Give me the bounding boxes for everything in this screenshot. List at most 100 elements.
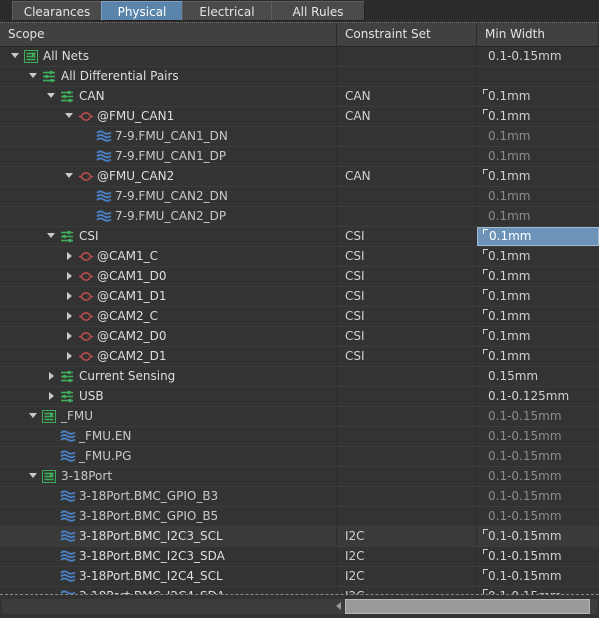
- table-row[interactable]: 7-9.FMU_CAN1_DP 0.1mm: [0, 147, 599, 167]
- min-width-cell[interactable]: 0.1-0.15mm: [477, 467, 599, 486]
- table-row[interactable]: 7-9.FMU_CAN2_DN 0.1mm: [0, 187, 599, 207]
- scope-cell[interactable]: All Differential Pairs: [0, 67, 337, 86]
- min-width-cell[interactable]: 0.1mm: [477, 127, 599, 146]
- min-width-cell[interactable]: 0.1-0.15mm: [477, 407, 599, 426]
- chevron-right-icon[interactable]: [46, 367, 57, 386]
- min-width-cell[interactable]: 0.1-0.15mm: [477, 527, 599, 546]
- table-row[interactable]: All Nets 0.1-0.15mm: [0, 47, 599, 67]
- table-row[interactable]: @CAM2_D0 CSI 0.1mm: [0, 327, 599, 347]
- scope-cell[interactable]: Current Sensing: [0, 367, 337, 386]
- constraint-set-cell[interactable]: [337, 487, 477, 506]
- scope-cell[interactable]: CAN: [0, 87, 337, 106]
- min-width-cell[interactable]: 0.1mm: [477, 347, 599, 366]
- scrollbar-thumb[interactable]: [345, 599, 590, 614]
- scope-cell[interactable]: @CAM2_C: [0, 307, 337, 326]
- scope-cell[interactable]: @CAM2_D0: [0, 327, 337, 346]
- chevron-right-icon[interactable]: [64, 307, 75, 326]
- table-row[interactable]: 7-9.FMU_CAN1_DN 0.1mm: [0, 127, 599, 147]
- constraint-set-cell[interactable]: [337, 387, 477, 406]
- constraint-set-cell[interactable]: [337, 67, 477, 86]
- min-width-cell[interactable]: 0.1mm: [477, 267, 599, 286]
- constraint-set-cell[interactable]: CAN: [337, 87, 477, 106]
- scope-cell[interactable]: CSI: [0, 227, 337, 246]
- min-width-cell[interactable]: 0.1-0.15mm: [477, 507, 599, 526]
- constraint-set-cell[interactable]: CSI: [337, 267, 477, 286]
- table-row[interactable]: 3-18Port.BMC_GPIO_B5 0.1-0.15mm: [0, 507, 599, 527]
- table-row[interactable]: @CAM1_C CSI 0.1mm: [0, 247, 599, 267]
- chevron-down-icon[interactable]: [28, 67, 39, 86]
- min-width-cell[interactable]: 0.1mm: [477, 207, 599, 226]
- table-row[interactable]: @CAM2_D1 CSI 0.1mm: [0, 347, 599, 367]
- scope-cell[interactable]: 7-9.FMU_CAN2_DP: [0, 207, 337, 226]
- constraint-set-cell[interactable]: [337, 127, 477, 146]
- table-row[interactable]: @FMU_CAN2 CAN 0.1mm: [0, 167, 599, 187]
- column-header-scope[interactable]: Scope: [0, 23, 337, 46]
- scope-cell[interactable]: 7-9.FMU_CAN1_DN: [0, 127, 337, 146]
- table-row[interactable]: 3-18Port.BMC_I2C3_SCL I2C 0.1-0.15mm: [0, 527, 599, 547]
- constraint-set-cell[interactable]: [337, 47, 477, 66]
- tab-physical[interactable]: Physical: [101, 1, 183, 21]
- table-row[interactable]: _FMU 0.1-0.15mm: [0, 407, 599, 427]
- chevron-right-icon[interactable]: [46, 387, 57, 406]
- table-row[interactable]: @CAM2_C CSI 0.1mm: [0, 307, 599, 327]
- table-row[interactable]: Current Sensing 0.15mm: [0, 367, 599, 387]
- scope-cell[interactable]: _FMU: [0, 407, 337, 426]
- table-row[interactable]: USB 0.1-0.125mm: [0, 387, 599, 407]
- min-width-cell[interactable]: 0.1mm: [477, 287, 599, 306]
- chevron-right-icon[interactable]: [64, 247, 75, 266]
- scroll-left-arrow-icon[interactable]: [336, 602, 341, 610]
- table-row[interactable]: CSI CSI 0.1mm: [0, 227, 599, 247]
- min-width-cell[interactable]: 0.1mm: [477, 227, 599, 246]
- chevron-down-icon[interactable]: [28, 407, 39, 426]
- chevron-down-icon[interactable]: [46, 87, 57, 106]
- constraint-set-cell[interactable]: [337, 187, 477, 206]
- scope-cell[interactable]: All Nets: [0, 47, 337, 66]
- column-header-min-width[interactable]: Min Width: [477, 23, 599, 46]
- table-row[interactable]: _FMU.PG 0.1-0.15mm: [0, 447, 599, 467]
- scope-cell[interactable]: @CAM2_D1: [0, 347, 337, 366]
- min-width-cell[interactable]: 0.1mm: [477, 187, 599, 206]
- tab-electrical[interactable]: Electrical: [182, 1, 272, 21]
- chevron-down-icon[interactable]: [28, 467, 39, 486]
- chevron-right-icon[interactable]: [64, 327, 75, 346]
- table-row[interactable]: 3-18Port.BMC_GPIO_B3 0.1-0.15mm: [0, 487, 599, 507]
- min-width-cell[interactable]: 0.1-0.15mm: [477, 427, 599, 446]
- min-width-cell[interactable]: [477, 67, 599, 86]
- min-width-cell[interactable]: 0.1mm: [477, 327, 599, 346]
- min-width-cell[interactable]: 0.1mm: [477, 167, 599, 186]
- scope-cell[interactable]: 3-18Port: [0, 467, 337, 486]
- min-width-cell[interactable]: 0.1-0.15mm: [477, 547, 599, 566]
- table-body[interactable]: All Nets 0.1-0.15mm All Differential Pairs…: [0, 47, 599, 595]
- constraint-set-cell[interactable]: [337, 367, 477, 386]
- min-width-cell[interactable]: 0.1-0.15mm: [477, 487, 599, 506]
- min-width-cell[interactable]: 0.1-0.15mm: [477, 47, 599, 66]
- scope-cell[interactable]: 3-18Port.BMC_GPIO_B3: [0, 487, 337, 506]
- table-row[interactable]: _FMU.EN 0.1-0.15mm: [0, 427, 599, 447]
- table-row[interactable]: @CAM1_D1 CSI 0.1mm: [0, 287, 599, 307]
- min-width-cell[interactable]: 0.1-0.15mm: [477, 567, 599, 586]
- scope-cell[interactable]: 7-9.FMU_CAN2_DN: [0, 187, 337, 206]
- table-row[interactable]: 7-9.FMU_CAN2_DP 0.1mm: [0, 207, 599, 227]
- table-row[interactable]: @CAM1_D0 CSI 0.1mm: [0, 267, 599, 287]
- min-width-cell[interactable]: 0.1mm: [477, 87, 599, 106]
- chevron-right-icon[interactable]: [64, 287, 75, 306]
- table-row[interactable]: 3-18Port.BMC_I2C4_SCL I2C 0.1-0.15mm: [0, 567, 599, 587]
- scope-cell[interactable]: @CAM1_D1: [0, 287, 337, 306]
- min-width-cell[interactable]: 0.1mm: [477, 247, 599, 266]
- chevron-right-icon[interactable]: [64, 267, 75, 286]
- constraint-set-cell[interactable]: CSI: [337, 347, 477, 366]
- constraint-set-cell[interactable]: CAN: [337, 167, 477, 186]
- scope-cell[interactable]: @CAM1_C: [0, 247, 337, 266]
- table-row[interactable]: All Differential Pairs: [0, 67, 599, 87]
- chevron-right-icon[interactable]: [64, 347, 75, 366]
- scope-cell[interactable]: 7-9.FMU_CAN1_DP: [0, 147, 337, 166]
- scope-cell[interactable]: _FMU.EN: [0, 427, 337, 446]
- constraint-set-cell[interactable]: [337, 147, 477, 166]
- column-header-constraint-set[interactable]: Constraint Set: [337, 23, 477, 46]
- constraint-set-cell[interactable]: CSI: [337, 287, 477, 306]
- constraint-set-cell[interactable]: CSI: [337, 247, 477, 266]
- constraint-set-cell[interactable]: CSI: [337, 327, 477, 346]
- min-width-cell[interactable]: 0.1mm: [477, 107, 599, 126]
- constraint-set-cell[interactable]: [337, 427, 477, 446]
- tab-clearances[interactable]: Clearances: [12, 1, 102, 21]
